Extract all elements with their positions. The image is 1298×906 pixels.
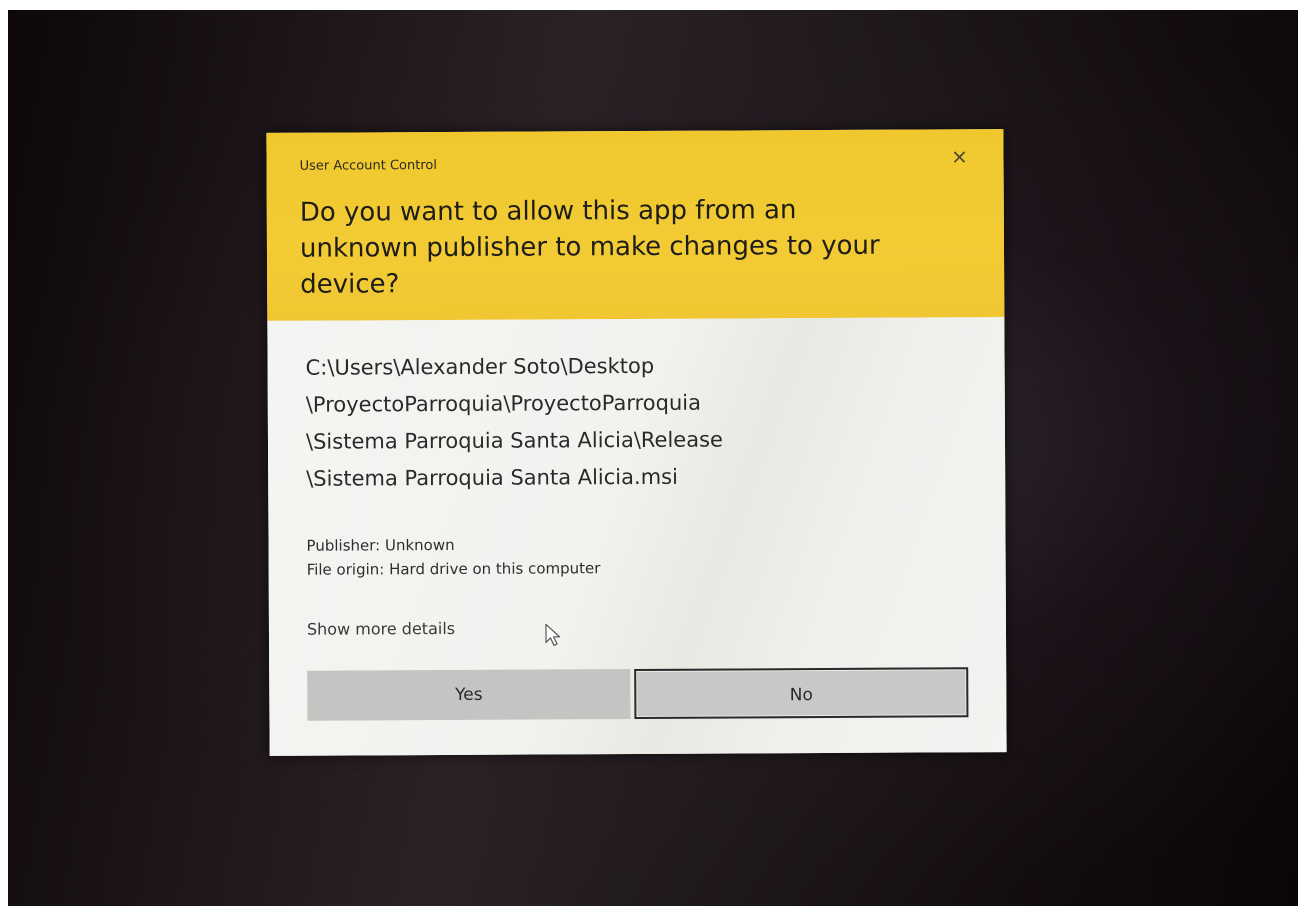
no-button[interactable]: No bbox=[634, 667, 969, 720]
program-path-line: C:\Users\Alexander Soto\Desktop bbox=[305, 353, 655, 380]
question-line: Do you want to allow this app from an bbox=[299, 195, 797, 228]
program-path-line: \Sistema Parroquia Santa Alicia.msi bbox=[306, 464, 678, 491]
publisher-text: Publisher: Unknown bbox=[306, 535, 455, 555]
photo-background: User Account Control × Do you want to al… bbox=[8, 10, 1298, 906]
dialog-header: User Account Control × Do you want to al… bbox=[266, 129, 1005, 321]
uac-dialog: User Account Control × Do you want to al… bbox=[266, 129, 1007, 756]
program-path-line: \ProyectoParroquia\ProyectoParroquia bbox=[305, 390, 702, 417]
close-button[interactable]: × bbox=[946, 143, 972, 169]
dialog-title: User Account Control bbox=[299, 158, 437, 174]
dialog-body: C:\Users\Alexander Soto\Desktop \Proyect… bbox=[267, 317, 1007, 756]
yes-button[interactable]: Yes bbox=[307, 669, 631, 721]
program-path-line: \Sistema Parroquia Santa Alicia\Release bbox=[305, 427, 723, 454]
mouse-pointer-icon bbox=[545, 623, 561, 647]
show-more-details-link[interactable]: Show more details bbox=[307, 619, 455, 639]
question-line: unknown publisher to make changes to you… bbox=[299, 230, 880, 264]
file-origin-text: File origin: Hard drive on this computer bbox=[306, 559, 601, 579]
dialog-question: Do you want to allow this app from an un… bbox=[300, 191, 981, 303]
question-line: device? bbox=[300, 269, 400, 300]
close-icon: × bbox=[951, 144, 968, 169]
